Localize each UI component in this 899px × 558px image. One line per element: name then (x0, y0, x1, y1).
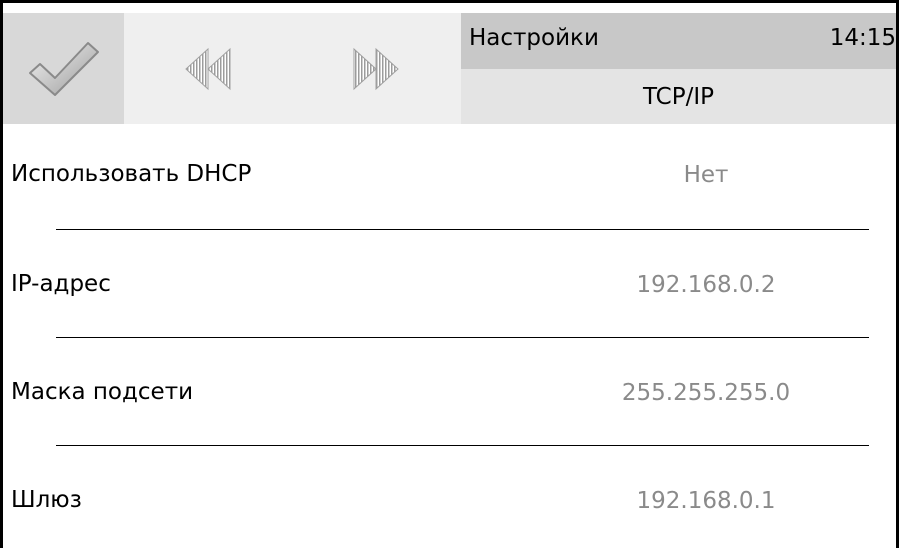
clock: 14:15 (829, 25, 896, 51)
settings-screen: Настройки 14:15 TCP/IP Использовать DHCP… (0, 0, 899, 548)
setting-label: IP-адрес (11, 271, 111, 297)
divider (56, 445, 869, 446)
next-button[interactable] (292, 13, 460, 124)
previous-button[interactable] (124, 13, 292, 124)
header: Настройки 14:15 TCP/IP (3, 3, 896, 124)
setting-row-subnet-mask[interactable]: Маска подсети 255.255.255.0 (3, 342, 896, 450)
setting-value[interactable]: 192.168.0.2 (523, 272, 889, 298)
setting-label: Маска подсети (11, 379, 194, 405)
setting-row-dhcp[interactable]: Использовать DHCP Нет (3, 124, 896, 232)
divider (56, 337, 869, 338)
checkmark-icon (28, 41, 99, 96)
setting-value[interactable]: 192.168.0.1 (523, 488, 889, 514)
setting-label: Использовать DHCP (11, 161, 252, 187)
title-bar: Настройки 14:15 (461, 13, 896, 69)
page-subtitle: TCP/IP (642, 83, 715, 110)
setting-row-ip-address[interactable]: IP-адрес 192.168.0.2 (3, 234, 896, 342)
rewind-icon (185, 47, 231, 90)
navigation-area (124, 13, 461, 124)
setting-value[interactable]: Нет (523, 162, 889, 188)
setting-value[interactable]: 255.255.255.0 (523, 380, 889, 406)
setting-label: Шлюз (11, 487, 82, 513)
fast-forward-icon (353, 47, 399, 90)
subtitle-bar: TCP/IP (461, 69, 896, 124)
confirm-button[interactable] (3, 13, 124, 124)
setting-row-gateway[interactable]: Шлюз 192.168.0.1 (3, 450, 896, 558)
divider (56, 229, 869, 230)
page-title: Настройки (469, 25, 599, 51)
